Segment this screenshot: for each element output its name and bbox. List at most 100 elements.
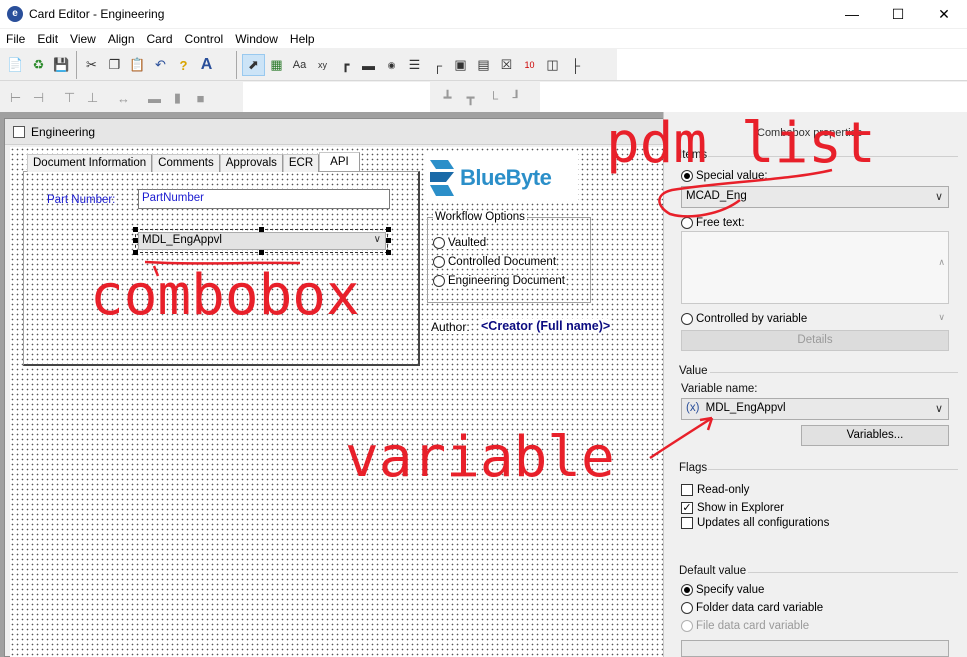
free-text-radio[interactable]: Free text:	[681, 217, 745, 229]
grid-snap-icon[interactable]: ┚	[505, 87, 528, 109]
variables-button[interactable]: Variables...	[801, 425, 949, 446]
menu-view[interactable]: View	[64, 32, 102, 46]
edit-box-icon[interactable]: ▬	[357, 54, 380, 76]
align-bottom-icon[interactable]: ⊥	[81, 87, 104, 109]
updates-all-configurations-checkbox[interactable]: Updates all configurations	[681, 517, 829, 529]
workflow-option-engineering[interactable]: Engineering Document	[433, 275, 565, 287]
toolbar-separator	[236, 51, 237, 79]
pointer-icon[interactable]: ⬈	[242, 54, 265, 76]
tab-order-icon[interactable]: └	[482, 87, 505, 109]
resize-handle[interactable]	[133, 250, 138, 255]
copy-icon[interactable]: ❐	[103, 54, 126, 76]
combobox-icon[interactable]: ▣	[449, 54, 472, 76]
resize-handle[interactable]	[259, 250, 264, 255]
special-value-dropdown[interactable]: MCAD_Eng ∨	[681, 186, 949, 208]
toolbar-empty-area	[243, 82, 430, 112]
list-icon[interactable]: ☰	[403, 54, 426, 76]
cut-icon[interactable]: ✂	[80, 54, 103, 76]
folder-data-card-variable-radio[interactable]: Folder data card variable	[681, 602, 823, 614]
radio-circle	[433, 256, 445, 268]
controlled-by-variable-radio[interactable]: Controlled by variable	[681, 313, 807, 325]
resize-handle[interactable]	[386, 250, 391, 255]
specify-value-radio[interactable]: Specify value	[681, 584, 764, 596]
menu-help[interactable]: Help	[284, 32, 321, 46]
label-icon[interactable]: Aa	[288, 54, 311, 76]
show-in-explorer-checkbox[interactable]: ✓ Show in Explorer	[681, 502, 784, 514]
send-back-icon[interactable]: ┳	[459, 87, 482, 109]
main-toolbar: 📄 ♻ 💾 ✂ ❐ 📋 ↶ ? A ⬈ ▦ Aa xy ┏ ▬ ◉ ☰ ┌ ▣ …	[0, 49, 967, 81]
checkbox-icon[interactable]: ☒	[495, 54, 518, 76]
resize-handle[interactable]	[386, 238, 391, 243]
details-button[interactable]: Details	[681, 330, 949, 351]
menu-window[interactable]: Window	[229, 32, 284, 46]
font-icon[interactable]: A	[195, 54, 218, 76]
same-size-icon[interactable]: ▮	[166, 87, 189, 109]
control-tools: ⬈ ▦ Aa xy ┏ ▬ ◉ ☰ ┌ ▣ ▤ ☒ 10 ◫ ├	[242, 51, 587, 79]
toolbar-empty-area	[617, 49, 967, 80]
radio-circle	[433, 275, 445, 287]
menu-card[interactable]: Card	[141, 32, 179, 46]
menu-edit[interactable]: Edit	[31, 32, 64, 46]
paste-icon[interactable]: 📋	[126, 54, 149, 76]
resize-handle[interactable]	[133, 238, 138, 243]
align-right-icon[interactable]: ⊣	[27, 87, 50, 109]
same-box-icon[interactable]: ■	[189, 87, 212, 109]
title-bar: e Card Editor - Engineering — ☐ ✕	[0, 0, 967, 28]
resize-handle[interactable]	[133, 227, 138, 232]
same-height-icon[interactable]: ▬	[143, 87, 166, 109]
menu-file[interactable]: File	[0, 32, 31, 46]
save-icon[interactable]: 💾	[50, 54, 73, 76]
edit-tools: ✂ ❐ 📋 ↶ ? A	[80, 51, 218, 79]
image-icon[interactable]: ▦	[265, 54, 288, 76]
date-icon[interactable]: 10	[518, 54, 541, 76]
file-data-card-variable-radio[interactable]: File data card variable	[681, 620, 809, 632]
card-icon	[13, 125, 25, 138]
tab-icon[interactable]: ▤	[472, 54, 495, 76]
tab-ecr[interactable]: ECR	[282, 154, 320, 172]
frame-icon[interactable]: ┌	[426, 54, 449, 76]
open-icon[interactable]: ♻	[27, 54, 50, 76]
bluebyte-logo[interactable]: BlueByte	[425, 153, 578, 203]
part-number-label[interactable]: Part Number:	[47, 194, 115, 206]
help-icon[interactable]: ?	[172, 54, 195, 76]
variable-name-dropdown[interactable]: (x) MDL_EngAppvl ∨	[681, 398, 949, 420]
same-width-icon[interactable]: ↔	[112, 87, 135, 109]
align-left-icon[interactable]: ⊢	[4, 87, 27, 109]
textbox-icon[interactable]: xy	[311, 54, 334, 76]
line-icon[interactable]: ┏	[334, 54, 357, 76]
file-tools: 📄 ♻ 💾	[4, 51, 73, 79]
workflow-option-label: Vaulted	[448, 237, 487, 249]
resize-handle[interactable]	[386, 227, 391, 232]
checkbox-box	[681, 484, 693, 496]
show-in-explorer-label: Show in Explorer	[697, 502, 784, 514]
author-value[interactable]: <Creator (Full name)>	[481, 319, 611, 333]
tree-icon[interactable]: ├	[564, 54, 587, 76]
menu-align[interactable]: Align	[102, 32, 141, 46]
resize-handle[interactable]	[259, 227, 264, 232]
workflow-option-vaulted[interactable]: Vaulted	[433, 237, 487, 249]
part-number-field[interactable]: PartNumber	[138, 189, 390, 209]
tab-approvals[interactable]: Approvals	[219, 154, 283, 172]
tab-api[interactable]: API	[319, 152, 360, 171]
align-top-icon[interactable]: ⊤	[58, 87, 81, 109]
tab-comments[interactable]: Comments	[152, 154, 220, 172]
radio-group-icon[interactable]: ◉	[380, 54, 403, 76]
grid-icon[interactable]: ◫	[541, 54, 564, 76]
maximize-button[interactable]: ☐	[875, 0, 921, 28]
default-value-dropdown[interactable]	[681, 640, 949, 657]
undo-icon[interactable]: ↶	[149, 54, 172, 76]
tab-document-information[interactable]: Document Information	[27, 154, 153, 172]
new-icon[interactable]: 📄	[4, 54, 27, 76]
bring-front-icon[interactable]: ┻	[436, 87, 459, 109]
author-label[interactable]: Author:	[431, 320, 470, 334]
minimize-button[interactable]: —	[829, 0, 875, 28]
close-button[interactable]: ✕	[921, 0, 967, 28]
free-text-area[interactable]: ∧ ∨	[681, 231, 949, 322]
engineering-approval-combobox[interactable]: MDL_EngAppvl ∨	[138, 232, 386, 250]
read-only-checkbox[interactable]: Read-only	[681, 484, 749, 496]
radio-circle	[681, 620, 693, 632]
value-group-label: Value	[679, 365, 708, 377]
menu-control[interactable]: Control	[179, 32, 230, 46]
workflow-option-controlled[interactable]: Controlled Document	[433, 256, 557, 268]
align-tools: ⊢ ⊣ ⊤ ⊥ ↔ ▬ ▮ ■	[4, 84, 212, 112]
